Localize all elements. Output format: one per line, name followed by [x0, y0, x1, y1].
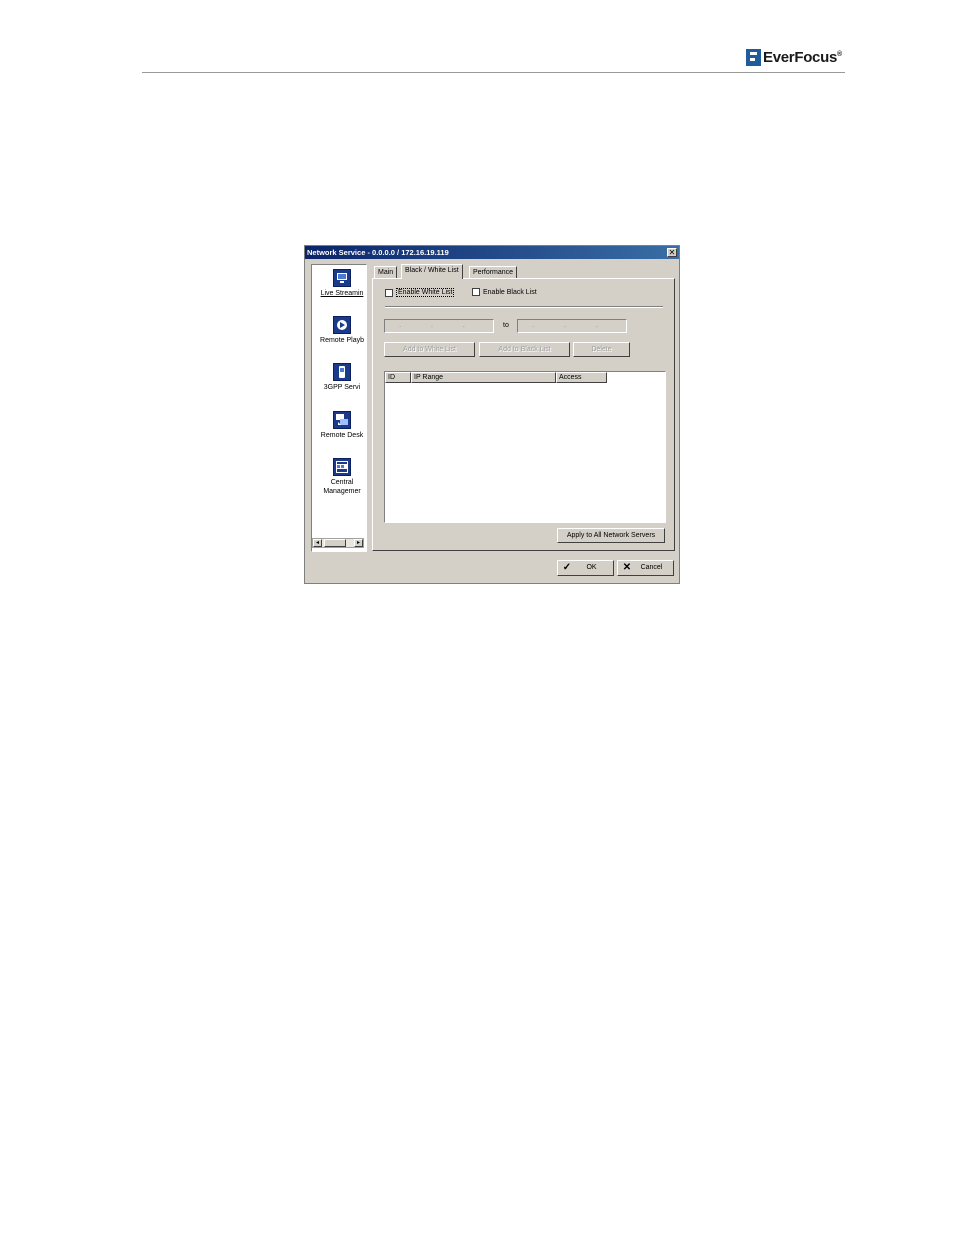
header-divider [142, 72, 845, 73]
tab-performance[interactable]: Performance [469, 266, 518, 278]
sidebar-item-label-line2: Managemer [323, 488, 361, 495]
scroll-right-button[interactable]: ▸ [354, 539, 363, 547]
ip-from-field[interactable]: . . . [384, 319, 494, 333]
tab-black-white-list[interactable]: Black / White List [401, 264, 463, 279]
add-to-black-list-button[interactable]: Add to Black List [479, 342, 570, 357]
sidebar-item-label: Live Streamin [320, 290, 364, 297]
ok-label: OK [586, 564, 597, 571]
checkbox-box[interactable] [385, 288, 393, 297]
sidebar-item-label: 3GPP Servi [323, 384, 361, 391]
sidebar-item-live-streaming[interactable]: Live Streamin [312, 269, 366, 298]
arrow-right-icon: ▸ [356, 540, 360, 546]
delete-button[interactable]: Delete [573, 342, 630, 357]
ip-access-list[interactable]: ID IP Range Access [384, 371, 666, 523]
monitor-icon [333, 269, 351, 287]
tab-label: Black / White List [405, 267, 459, 274]
checkmark-icon: ✓ [562, 562, 572, 573]
sidebar-item-remote-playback[interactable]: Remote Playb [312, 316, 366, 345]
column-header-id[interactable]: ID [385, 372, 411, 383]
sidebar-item-central-management[interactable]: Central Managemer [312, 458, 366, 496]
enable-white-list-checkbox[interactable]: Enable White List [385, 288, 455, 297]
tab-main[interactable]: Main [374, 266, 398, 278]
column-header-ip-range[interactable]: IP Range [411, 372, 556, 383]
scroll-thumb[interactable] [324, 539, 346, 547]
network-service-dialog: Network Service - 0.0.0.0 / 172.16.19.11… [304, 245, 680, 584]
sidebar-item-label: Central [330, 479, 354, 486]
column-header-access[interactable]: Access [556, 372, 607, 383]
phone-icon [333, 363, 351, 381]
enable-white-list-label: Enable White List [396, 288, 455, 297]
tab-label: Main [378, 269, 394, 276]
tab-label: Performance [473, 269, 514, 276]
everfocus-logo: EverFocus® [746, 47, 842, 67]
title-bar: Network Service - 0.0.0.0 / 172.16.19.11… [305, 246, 679, 259]
enable-black-list-label: Enable Black List [483, 288, 537, 296]
sidebar-item-label: Remote Desk [320, 432, 364, 439]
x-icon: ✕ [622, 562, 632, 573]
sidebar-horizontal-scrollbar[interactable]: ◂ ▸ [312, 538, 364, 548]
apply-to-all-servers-button[interactable]: Apply to All Network Servers [557, 528, 665, 543]
central-management-icon [333, 458, 351, 476]
ok-button[interactable]: ✓ OK [557, 560, 614, 576]
arrow-left-icon: ◂ [315, 540, 319, 546]
sidebar-item-label: Remote Playb [320, 337, 364, 344]
logo-text: EverFocus® [763, 48, 842, 66]
play-icon [333, 316, 351, 334]
window-title: Network Service - 0.0.0.0 / 172.16.19.11… [307, 248, 449, 257]
cancel-button[interactable]: ✕ Cancel [617, 560, 674, 576]
service-sidebar: Live Streamin Remote Playb 3GPP Servi Re… [311, 264, 367, 552]
add-to-white-list-button[interactable]: Add to White List [384, 342, 475, 357]
checkbox-box[interactable] [472, 288, 480, 296]
scroll-left-button[interactable]: ◂ [313, 539, 322, 547]
everfocus-logo-mark-icon [746, 48, 761, 66]
sidebar-item-remote-desktop[interactable]: Remote Desk [312, 411, 366, 440]
section-divider [385, 306, 663, 308]
cancel-label: Cancel [640, 564, 663, 571]
close-button[interactable]: ✕ [667, 248, 677, 257]
enable-black-list-checkbox[interactable]: Enable Black List [472, 288, 537, 296]
remote-desktop-icon [333, 411, 351, 429]
list-header: ID IP Range Access [385, 372, 607, 383]
close-icon: ✕ [668, 248, 676, 257]
sidebar-item-3gpp-service[interactable]: 3GPP Servi [312, 363, 366, 392]
ip-to-field[interactable]: . . . [517, 319, 627, 333]
to-label: to [503, 322, 509, 329]
